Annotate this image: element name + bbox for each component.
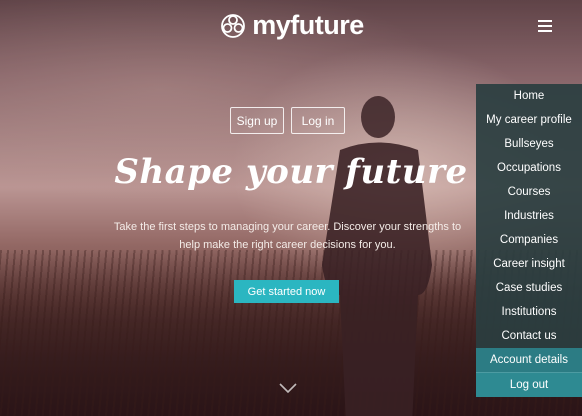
menu-item-log-out[interactable]: Log out — [476, 372, 582, 397]
auth-buttons: Sign up Log in — [230, 107, 345, 134]
menu-item-home[interactable]: Home — [476, 84, 582, 108]
menu-item-companies[interactable]: Companies — [476, 228, 582, 252]
login-button[interactable]: Log in — [291, 107, 345, 134]
menu-item-industries[interactable]: Industries — [476, 204, 582, 228]
chevron-down-icon[interactable] — [279, 382, 297, 394]
menu-item-career-insight[interactable]: Career insight — [476, 252, 582, 276]
nav-menu: Home My career profile Bullseyes Occupat… — [476, 84, 582, 397]
menu-item-my-career-profile[interactable]: My career profile — [476, 108, 582, 132]
site-logo[interactable]: myfuture — [0, 10, 582, 41]
menu-item-case-studies[interactable]: Case studies — [476, 276, 582, 300]
menu-item-contact-us[interactable]: Contact us — [476, 324, 582, 348]
menu-item-courses[interactable]: Courses — [476, 180, 582, 204]
logo-icon — [221, 13, 246, 38]
hero-tagline: Take the first steps to managing your ca… — [113, 221, 462, 251]
get-started-button[interactable]: Get started now — [234, 280, 339, 303]
signup-button[interactable]: Sign up — [230, 107, 284, 134]
menu-item-institutions[interactable]: Institutions — [476, 300, 582, 324]
logo-text: myfuture — [252, 10, 364, 40]
menu-item-occupations[interactable]: Occupations — [476, 156, 582, 180]
hamburger-icon[interactable] — [538, 20, 552, 32]
menu-item-bullseyes[interactable]: Bullseyes — [476, 132, 582, 156]
menu-item-account-details[interactable]: Account details — [476, 348, 582, 372]
